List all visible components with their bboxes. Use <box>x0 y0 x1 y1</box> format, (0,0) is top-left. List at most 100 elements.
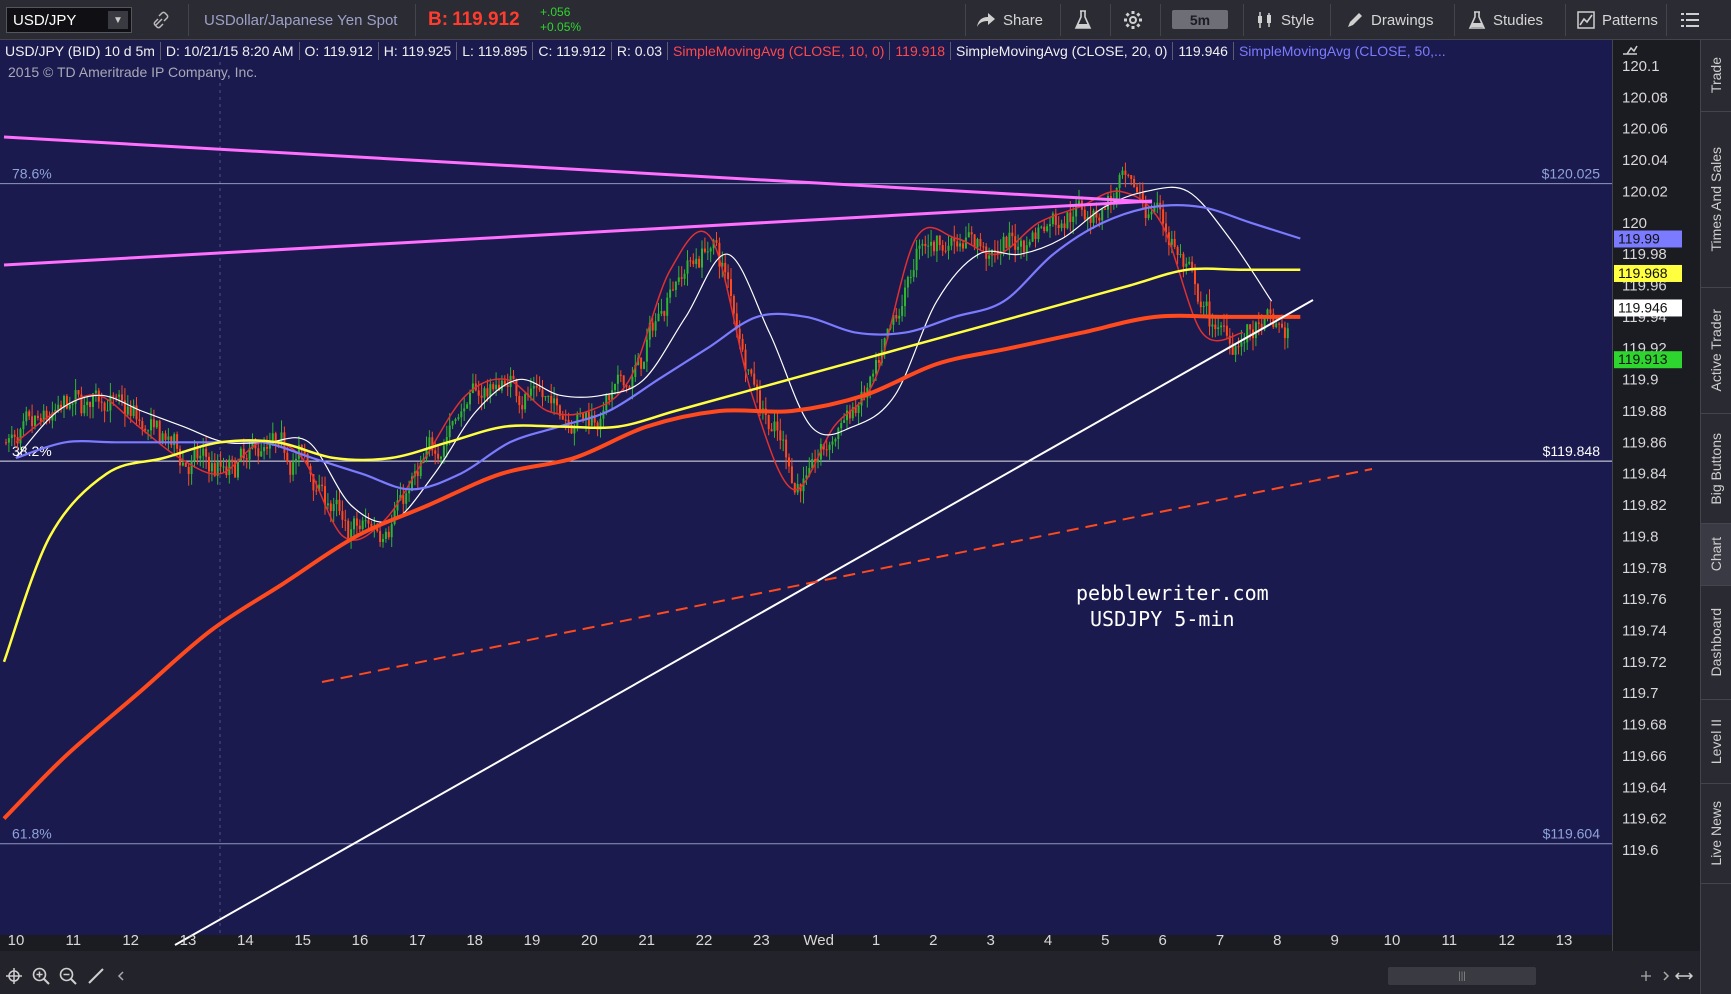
candle-body <box>645 339 648 362</box>
price-tag-value: 119.913 <box>1618 351 1668 367</box>
candle-body <box>1121 170 1124 175</box>
flask-studies-icon <box>1468 11 1486 29</box>
chevron-left-icon[interactable] <box>111 966 131 986</box>
candle-body <box>341 511 344 520</box>
candle-body <box>541 389 544 398</box>
candle-body <box>237 460 239 478</box>
candle-body <box>616 374 619 384</box>
tab-live-news[interactable]: Live News <box>1701 784 1731 884</box>
candle-body <box>1173 238 1176 248</box>
candle-body <box>738 328 741 339</box>
candle-body <box>666 297 669 316</box>
x-axis-tick-label: 13 <box>180 932 197 949</box>
toolbar-divider <box>415 4 416 36</box>
zoom-in-icon[interactable] <box>31 966 51 986</box>
candle-body <box>1118 174 1121 189</box>
candle-body <box>947 245 950 251</box>
draw-line-icon[interactable] <box>86 966 106 986</box>
info-close: C: 119.912 <box>533 42 612 60</box>
candle-body <box>86 401 89 406</box>
timeframe-button[interactable]: 5m <box>1172 10 1228 29</box>
candle-body <box>353 518 355 530</box>
candle-body <box>608 394 611 401</box>
x-axis-tick-label: 11 <box>66 932 82 949</box>
toolbar-divider <box>1110 4 1111 36</box>
tab-trade[interactable]: Trade <box>1701 40 1731 112</box>
menu-button[interactable] <box>1681 0 1699 40</box>
y-axis-tick-label: 119.74 <box>1622 622 1667 639</box>
candle-body <box>1278 323 1281 325</box>
candle-body <box>1150 211 1153 215</box>
settings-button[interactable] <box>1123 0 1143 40</box>
chart-scrollbar[interactable]: ||| <box>1388 967 1536 985</box>
style-button[interactable]: Style <box>1256 0 1314 40</box>
patterns-button[interactable]: Patterns <box>1577 0 1658 40</box>
candle-body <box>126 406 129 415</box>
candle-body <box>332 504 335 512</box>
symbol-selector[interactable]: USD/JPY ▼ <box>6 7 132 33</box>
studies-button[interactable]: Studies <box>1468 0 1543 40</box>
zoom-out-icon[interactable] <box>58 966 78 986</box>
candle-body <box>1063 223 1066 229</box>
share-button[interactable]: Share <box>976 0 1043 40</box>
link-icon[interactable] <box>152 0 170 40</box>
info-sma10-label[interactable]: SimpleMovingAvg (CLOSE, 10, 0) <box>668 42 891 60</box>
candle-body <box>506 385 509 388</box>
change-absolute: +.056 <box>540 5 571 19</box>
candle-body <box>904 287 906 307</box>
candle-body <box>1254 322 1257 339</box>
candle-body <box>912 270 915 277</box>
candle-body <box>895 314 898 319</box>
chevron-down-icon[interactable]: ▼ <box>108 11 128 29</box>
candle-body <box>150 419 152 431</box>
symbol-description: USDollar/Japanese Yen Spot <box>204 11 398 29</box>
candle-body <box>1202 306 1205 308</box>
candle-body <box>898 315 901 319</box>
tab-times-and-sales[interactable]: Times And Sales <box>1701 112 1731 288</box>
plot-area <box>0 40 1612 935</box>
candle-body <box>442 445 445 457</box>
candle-body <box>524 394 527 410</box>
candle-body <box>1240 342 1243 347</box>
candle-body <box>695 258 698 265</box>
tab-big-buttons[interactable]: Big Buttons <box>1701 414 1731 524</box>
hamburger-menu-icon <box>1681 13 1699 27</box>
candle-body <box>730 279 732 297</box>
candle-body <box>292 462 295 475</box>
candle-body <box>152 419 155 428</box>
candle-body <box>1162 209 1165 224</box>
expand-icon[interactable] <box>1674 966 1694 986</box>
price-chart[interactable]: 78.6% $120.02538.2% $119.84861.8% $119.604 … <box>0 40 1700 951</box>
candle-body <box>434 450 437 454</box>
y-axis-tick-label: 119.7 <box>1622 685 1658 702</box>
tab-chart-label: Chart <box>1708 537 1724 572</box>
drawings-button[interactable]: Drawings <box>1346 0 1434 40</box>
tab-chart[interactable]: Chart <box>1701 524 1731 586</box>
tab-level-ii[interactable]: Level II <box>1701 700 1731 784</box>
candle-body <box>31 416 34 427</box>
candle-body <box>384 531 387 539</box>
candle-body <box>660 311 663 314</box>
candle-body <box>89 401 92 407</box>
flask-button[interactable] <box>1074 0 1092 40</box>
candle-body <box>576 413 579 427</box>
candle-body <box>19 429 22 444</box>
pan-icon[interactable] <box>4 966 24 986</box>
candle-body <box>793 482 796 493</box>
x-axis-tick-label: 5 <box>1101 932 1109 949</box>
candle-body <box>338 499 341 512</box>
candle-body <box>199 455 202 459</box>
tab-active-trader[interactable]: Active Trader <box>1701 288 1731 414</box>
candle-body <box>1205 301 1208 307</box>
chevron-right-icon[interactable] <box>1656 966 1676 986</box>
candle-body <box>71 403 74 405</box>
candle-body <box>860 391 863 406</box>
candle-body <box>956 241 959 247</box>
info-sma50-label[interactable]: SimpleMovingAvg (CLOSE, 50,... <box>1234 42 1451 60</box>
candle-body <box>454 419 457 422</box>
candle-body <box>480 395 483 398</box>
tab-dashboard[interactable]: Dashboard <box>1701 586 1731 700</box>
price-tag-value: 119.968 <box>1618 265 1668 281</box>
move-icon[interactable] <box>1636 966 1656 986</box>
info-sma20-label[interactable]: SimpleMovingAvg (CLOSE, 20, 0) <box>951 42 1174 60</box>
